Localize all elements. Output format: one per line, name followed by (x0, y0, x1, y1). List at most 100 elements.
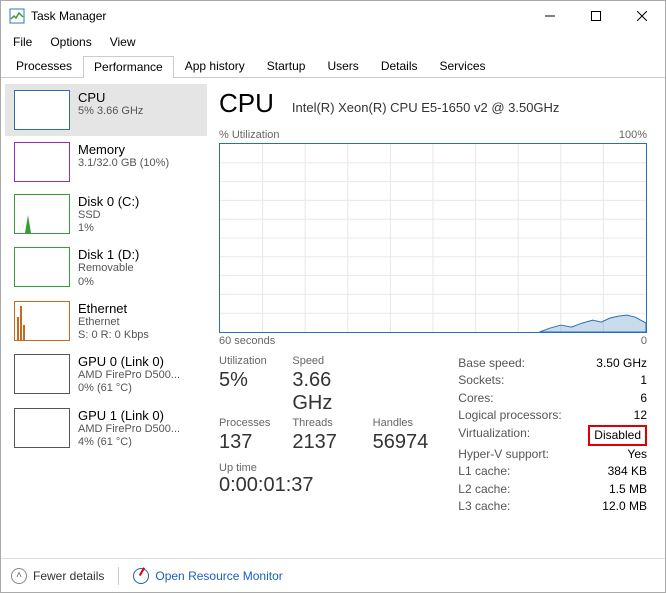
open-resource-monitor-label: Open Resource Monitor (155, 569, 282, 583)
content: CPU 5% 3.66 GHz Memory 3.1/32.0 GB (10%)… (1, 78, 665, 558)
sidebar-eth-title: Ethernet (78, 301, 149, 316)
speed-label: Speed (292, 355, 350, 367)
tab-details[interactable]: Details (370, 55, 429, 77)
l2-value: 1.5 MB (609, 481, 647, 498)
l3-value: 12.0 MB (602, 498, 647, 515)
page-title: CPU (219, 88, 274, 119)
speed-value: 3.66 GHz (292, 369, 350, 415)
sidebar-item-gpu1[interactable]: GPU 1 (Link 0) AMD FirePro D500... 4% (6… (5, 402, 207, 455)
sidebar-item-cpu[interactable]: CPU 5% 3.66 GHz (5, 84, 207, 136)
fewer-details-label: Fewer details (33, 569, 104, 583)
menu-bar: File Options View (1, 31, 665, 53)
hv-value: Yes (627, 446, 647, 463)
handles-label: Handles (373, 417, 429, 429)
main-panel: CPU Intel(R) Xeon(R) CPU E5-1650 v2 @ 3.… (211, 78, 665, 558)
tab-processes[interactable]: Processes (5, 55, 83, 77)
gpu1-thumb (14, 408, 70, 448)
fewer-details-button[interactable]: ˄ Fewer details (11, 568, 104, 584)
sidebar-disk0-title: Disk 0 (C:) (78, 194, 139, 209)
l1-label: L1 cache: (458, 463, 568, 480)
cores-value: 6 (640, 390, 647, 407)
tab-app-history[interactable]: App history (174, 55, 256, 77)
tab-startup[interactable]: Startup (256, 55, 317, 77)
chart-label-top-left: % Utilization (219, 129, 280, 141)
l3-label: L3 cache: (458, 498, 568, 515)
footer: ˄ Fewer details Open Resource Monitor (1, 558, 665, 592)
tab-services[interactable]: Services (429, 55, 497, 77)
stats: Utilization Speed 5% 3.66 GHz Processes … (219, 355, 647, 516)
base-speed-value: 3.50 GHz (596, 355, 647, 372)
logical-label: Logical processors: (458, 407, 568, 424)
sidebar-eth-sub2: S: 0 R: 0 Kbps (78, 329, 149, 342)
sidebar-disk1-title: Disk 1 (D:) (78, 247, 139, 262)
maximize-button[interactable] (573, 1, 619, 31)
open-resource-monitor-link[interactable]: Open Resource Monitor (133, 568, 282, 584)
sockets-label: Sockets: (458, 372, 568, 389)
sidebar: CPU 5% 3.66 GHz Memory 3.1/32.0 GB (10%)… (1, 78, 211, 558)
threads-value: 2137 (292, 431, 350, 454)
logical-value: 12 (634, 407, 647, 424)
tab-users[interactable]: Users (316, 55, 369, 77)
sidebar-item-disk0[interactable]: Disk 0 (C:) SSD 1% (5, 188, 207, 241)
utilization-value: 5% (219, 369, 270, 415)
minimize-button[interactable] (527, 1, 573, 31)
sidebar-item-ethernet[interactable]: Ethernet Ethernet S: 0 R: 0 Kbps (5, 295, 207, 348)
menu-view[interactable]: View (102, 33, 144, 51)
virt-label: Virtualization: (458, 425, 568, 446)
stats-right: Base speed: 3.50 GHz Sockets: 1 Cores: 6 Lo… (458, 355, 647, 516)
sidebar-gpu0-title: GPU 0 (Link 0) (78, 354, 180, 369)
disk0-thumb (14, 194, 70, 234)
handles-value: 56974 (373, 431, 429, 454)
sidebar-memory-sub: 3.1/32.0 GB (10%) (78, 157, 169, 170)
sidebar-gpu1-title: GPU 1 (Link 0) (78, 408, 180, 423)
chevron-up-icon: ˄ (11, 568, 27, 584)
disk1-thumb (14, 247, 70, 287)
sidebar-item-gpu0[interactable]: GPU 0 (Link 0) AMD FirePro D500... 0% (6… (5, 348, 207, 401)
threads-label: Threads (292, 417, 350, 429)
close-button[interactable] (619, 1, 665, 31)
window-title: Task Manager (31, 9, 527, 23)
menu-options[interactable]: Options (42, 33, 99, 51)
sidebar-disk0-sub1: SSD (78, 209, 139, 222)
sidebar-gpu1-sub1: AMD FirePro D500... (78, 423, 180, 436)
uptime-value: 0:00:01:37 (219, 474, 428, 497)
sidebar-disk1-sub2: 0% (78, 276, 139, 289)
chart-label-bot-left: 60 seconds (219, 335, 275, 347)
sidebar-disk1-sub1: Removable (78, 262, 139, 275)
uptime-label: Up time (219, 462, 428, 474)
cpu-model-name: Intel(R) Xeon(R) CPU E5-1650 v2 @ 3.50GH… (292, 100, 647, 115)
sidebar-item-disk1[interactable]: Disk 1 (D:) Removable 0% (5, 241, 207, 294)
processes-label: Processes (219, 417, 270, 429)
tab-performance[interactable]: Performance (83, 56, 174, 78)
tab-row: Processes Performance App history Startu… (1, 55, 665, 78)
eth-thumb (14, 301, 70, 341)
footer-divider (118, 567, 119, 585)
utilization-chart[interactable] (219, 143, 647, 333)
sidebar-eth-sub1: Ethernet (78, 316, 149, 329)
sidebar-memory-title: Memory (78, 142, 169, 157)
sidebar-disk0-sub2: 1% (78, 222, 139, 235)
cpu-thumb (14, 90, 70, 130)
menu-file[interactable]: File (5, 33, 40, 51)
l2-label: L2 cache: (458, 481, 568, 498)
hv-label: Hyper-V support: (458, 446, 568, 463)
cores-label: Cores: (458, 390, 568, 407)
app-icon (9, 8, 25, 24)
sidebar-item-memory[interactable]: Memory 3.1/32.0 GB (10%) (5, 136, 207, 188)
sidebar-gpu1-sub2: 4% (61 °C) (78, 436, 180, 449)
chart-label-bot-right: 0 (641, 335, 647, 347)
virt-value: Disabled (588, 425, 647, 446)
sidebar-gpu0-sub2: 0% (61 °C) (78, 382, 180, 395)
l1-value: 384 KB (608, 463, 647, 480)
chart-label-top-right: 100% (619, 129, 647, 141)
title-bar: Task Manager (1, 1, 665, 31)
sidebar-cpu-sub: 5% 3.66 GHz (78, 105, 143, 118)
utilization-label: Utilization (219, 355, 270, 367)
sidebar-cpu-title: CPU (78, 90, 143, 105)
sidebar-gpu0-sub1: AMD FirePro D500... (78, 369, 180, 382)
base-speed-label: Base speed: (458, 355, 568, 372)
sockets-value: 1 (640, 372, 647, 389)
processes-value: 137 (219, 431, 270, 454)
gpu0-thumb (14, 354, 70, 394)
resource-monitor-icon (133, 568, 149, 584)
